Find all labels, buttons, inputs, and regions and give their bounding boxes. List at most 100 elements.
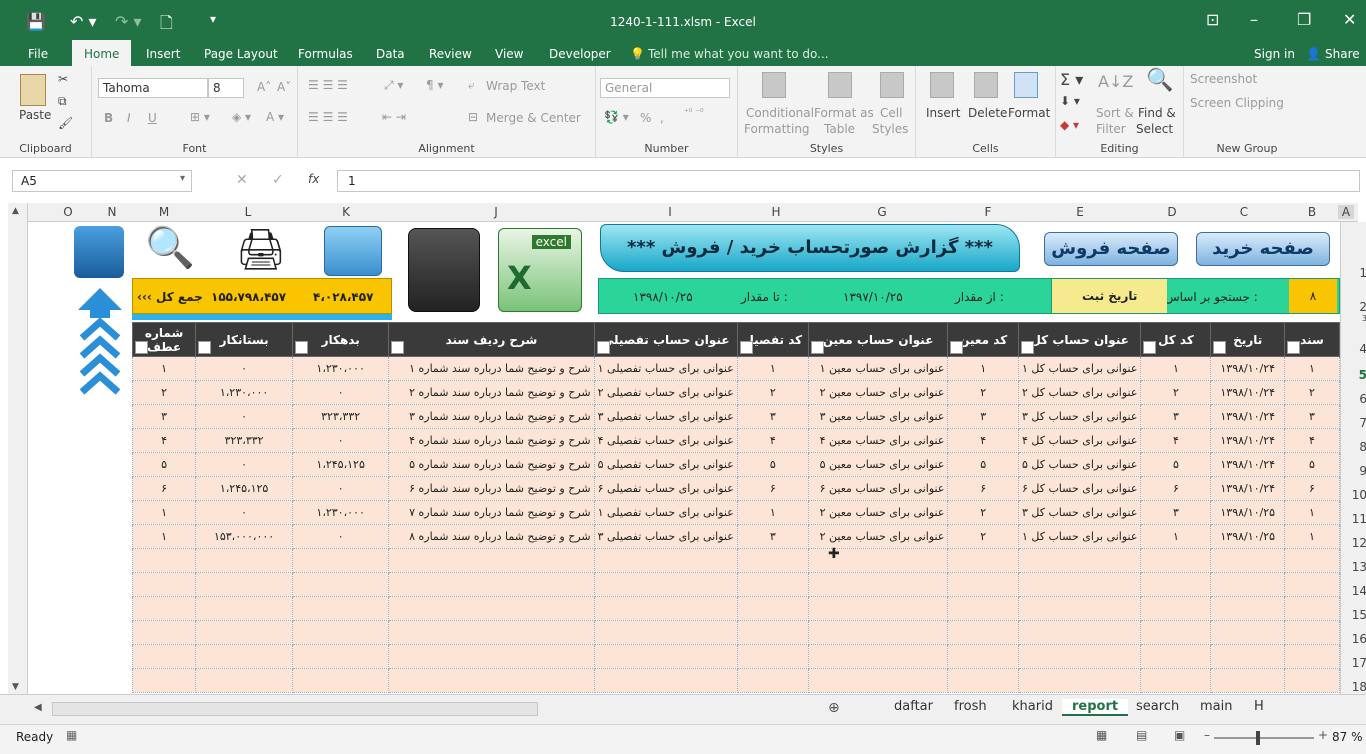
row-header[interactable]: 17: [1343, 656, 1366, 670]
table-cell[interactable]: ۱: [736, 356, 809, 381]
table-cell[interactable]: [388, 620, 595, 645]
table-cell[interactable]: شرح و توضیح شما درباره سند شماره ۵: [388, 452, 595, 477]
table-cell[interactable]: ۴: [1284, 428, 1340, 453]
grow-font-icon[interactable]: A˄: [257, 80, 271, 94]
row-header[interactable]: 7: [1343, 416, 1366, 430]
filter-dropdown-icon[interactable]: [810, 341, 824, 354]
zoom-slider[interactable]: [1214, 737, 1314, 739]
table-cell[interactable]: ۱۳۹۸/۱۰/۲۵: [1210, 500, 1285, 525]
cancel-icon[interactable]: ✕: [236, 172, 248, 188]
table-cell[interactable]: [195, 596, 293, 621]
number-format-combo[interactable]: General: [600, 78, 730, 98]
table-cell[interactable]: [388, 644, 595, 669]
table-cell[interactable]: [1210, 596, 1285, 621]
cut-icon[interactable]: ✂: [58, 72, 68, 86]
conditional-formatting-button[interactable]: Conditional: [746, 106, 814, 120]
table-cell[interactable]: ۳: [736, 404, 809, 429]
header-cell[interactable]: عنوان حساب کل: [1017, 322, 1142, 357]
row-header[interactable]: 3: [1343, 314, 1366, 323]
table-cell[interactable]: ۲: [131, 380, 197, 405]
table-cell[interactable]: ۱۳۹۸/۱۰/۲۴: [1210, 404, 1285, 429]
column-header[interactable]: M: [154, 205, 174, 219]
tab-view[interactable]: View: [495, 47, 523, 61]
calculator-icon[interactable]: [408, 228, 480, 312]
table-cell[interactable]: ۱: [1140, 524, 1212, 549]
criteria-field[interactable]: تاریخ ثبت: [1051, 279, 1168, 313]
normal-view-icon[interactable]: ▦: [1096, 728, 1107, 742]
sign-in-link[interactable]: Sign in: [1254, 47, 1295, 61]
table-cell[interactable]: [1140, 644, 1212, 669]
row-header[interactable]: 8: [1343, 440, 1366, 454]
table-cell[interactable]: عنوانی برای حساب معین ۴: [807, 428, 949, 453]
table-cell[interactable]: شرح و توضیح شما درباره سند شماره ۶: [388, 476, 595, 501]
table-cell[interactable]: شرح و توضیح شما درباره سند شماره ۱: [388, 356, 595, 381]
font-name-combo[interactable]: Tahoma: [98, 78, 208, 98]
table-cell[interactable]: ۱۳۹۸/۱۰/۲۴: [1210, 428, 1285, 453]
column-header[interactable]: F: [978, 205, 998, 219]
table-cell[interactable]: ۴: [1140, 428, 1212, 453]
horizontal-scrollbar[interactable]: [52, 702, 538, 716]
table-cell[interactable]: [291, 548, 390, 573]
column-header[interactable]: J: [486, 205, 506, 219]
row-header[interactable]: 13: [1343, 560, 1366, 574]
table-cell[interactable]: عنوانی برای حساب کل ۲: [1017, 380, 1142, 405]
decimal-icon[interactable]: ⁺⁰ ⁻⁰: [684, 108, 704, 118]
table-cell[interactable]: ۱: [736, 500, 809, 525]
table-cell[interactable]: ۱۵۳،۰۰۰،۰۰۰: [195, 524, 293, 549]
table-cell[interactable]: [593, 596, 738, 621]
table-cell[interactable]: ۳: [1140, 500, 1212, 525]
bold-button[interactable]: B: [104, 111, 113, 125]
table-cell[interactable]: ۲: [1284, 380, 1340, 405]
formula-input[interactable]: 1: [337, 170, 1360, 192]
tab-formulas[interactable]: Formulas: [298, 47, 353, 61]
table-cell[interactable]: [131, 668, 197, 693]
table-cell[interactable]: ۶: [736, 476, 809, 501]
sort-filter-button[interactable]: Sort &: [1096, 106, 1134, 120]
share-icon[interactable]: 👤: [1306, 47, 1321, 61]
name-box[interactable]: A5: [12, 170, 192, 192]
vertical-scrollbar[interactable]: [8, 203, 28, 694]
table-cell[interactable]: [131, 572, 197, 597]
table-cell[interactable]: ۴: [947, 428, 1019, 453]
table-cell[interactable]: [947, 596, 1019, 621]
column-header[interactable]: L: [238, 205, 258, 219]
table-cell[interactable]: ۱،۲۳۰،۰۰۰: [195, 380, 293, 405]
table-cell[interactable]: ۱: [947, 356, 1019, 381]
table-cell[interactable]: ۱،۲۳۰،۰۰۰: [291, 500, 390, 525]
left-align-icon[interactable]: ☰ ☰ ☰: [308, 110, 348, 124]
italic-button[interactable]: I: [127, 111, 131, 125]
tab-data[interactable]: Data: [376, 47, 405, 61]
table-cell[interactable]: ۶: [131, 476, 197, 501]
header-cell[interactable]: کد معین: [947, 322, 1019, 357]
table-cell[interactable]: ۳۲۳،۳۳۲: [195, 428, 293, 453]
table-cell[interactable]: [1017, 548, 1142, 573]
top-align-icon[interactable]: ☰ ☰ ☰: [308, 78, 348, 92]
table-cell[interactable]: [131, 620, 197, 645]
table-cell[interactable]: [1140, 572, 1212, 597]
table-cell[interactable]: [131, 596, 197, 621]
filter-dropdown-icon[interactable]: [1143, 341, 1157, 354]
sheet-tab[interactable]: search: [1136, 699, 1179, 714]
column-header[interactable]: B: [1302, 205, 1322, 219]
table-cell[interactable]: عنوانی برای حساب تفصیلی ۲: [593, 380, 738, 405]
table-cell[interactable]: [291, 644, 390, 669]
sort-filter-icon[interactable]: A↓Z: [1098, 72, 1133, 91]
table-cell[interactable]: عنوانی برای حساب معین ۲: [807, 524, 949, 549]
table-cell[interactable]: ۴: [736, 428, 809, 453]
filter-dropdown-icon[interactable]: [1020, 341, 1034, 354]
format-as-table-icon[interactable]: [828, 72, 852, 98]
column-header[interactable]: G: [872, 205, 892, 219]
table-cell[interactable]: ۰: [291, 476, 390, 501]
comma-icon[interactable]: ,: [660, 111, 664, 125]
table-cell[interactable]: [1210, 668, 1285, 693]
orientation-icon[interactable]: ⤢ ▾: [384, 78, 403, 93]
sell-page-button[interactable]: صفحه فروش: [1044, 232, 1178, 266]
table-cell[interactable]: ۶: [1140, 476, 1212, 501]
table-cell[interactable]: [1210, 644, 1285, 669]
scroll-down-icon[interactable]: ▼: [12, 682, 19, 692]
table-cell[interactable]: ۲: [1140, 380, 1212, 405]
sheet-tab[interactable]: H: [1254, 699, 1264, 714]
table-cell[interactable]: ۱: [131, 524, 197, 549]
table-cell[interactable]: [947, 548, 1019, 573]
zoom-slider-thumb[interactable]: [1256, 731, 1260, 745]
